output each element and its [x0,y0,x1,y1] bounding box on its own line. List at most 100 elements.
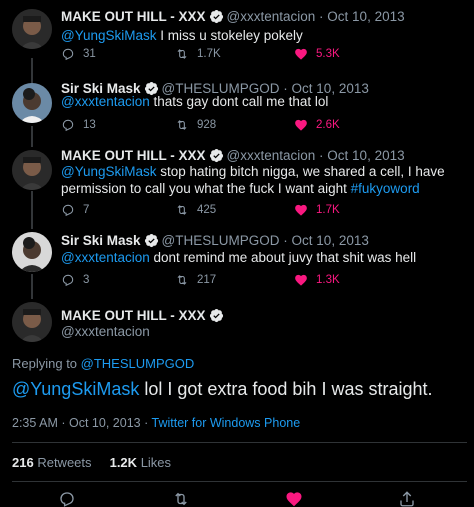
verified-badge-icon [209,308,224,323]
likes-count: 1.2K [109,455,138,470]
retweet-count: 217 [197,274,217,286]
reply-icon [62,119,74,132]
tweet-date[interactable]: Oct 10, 2013 [292,233,369,248]
reply-count: 13 [83,119,96,131]
tweet-date[interactable]: Oct 10, 2013 [69,416,141,430]
author-name[interactable]: MAKE OUT HILL - XXX [61,148,206,163]
like-button[interactable]: 5.3K [294,47,340,61]
retweet-icon [175,492,187,506]
reply-count: 3 [83,274,90,286]
reply-count: 31 [83,48,96,60]
hashtag-link[interactable]: #fukyoword [351,181,420,196]
avatar[interactable] [12,83,52,123]
author-handle[interactable]: @xxxtentacion [61,324,150,339]
tweet-text: @xxxtentacion thats gay dont call me tha… [61,94,466,111]
likes-stat[interactable]: 1.2K Likes [110,455,171,470]
thread-line [31,126,33,147]
mention-link[interactable]: @YungSkiMask [61,164,157,179]
retweet-icon [177,120,187,130]
thread-line [31,58,33,83]
like-icon [295,119,307,131]
replying-to: Replying to @THESLUMPGOD [12,356,194,371]
tweet-text-content: thats gay dont call me that lol [149,94,329,109]
thread-line [31,191,33,229]
thread-line [31,274,33,299]
retweet-count: 425 [197,204,217,216]
mention-link[interactable]: @YungSkiMask [12,379,139,399]
separator: · [61,416,66,430]
avatar[interactable] [12,150,52,190]
like-count: 1.7K [316,204,340,216]
tweet-actions: 31 1.7K 5.3K [61,47,361,63]
author-name[interactable]: MAKE OUT HILL - XXX [61,9,206,24]
main-tweet-actions [0,488,474,507]
retweets-stat[interactable]: 216 Retweets [12,455,92,470]
main-tweet-text-content: lol I got extra food bih I was straight. [139,379,433,399]
author-handle[interactable]: @xxxtentacion [227,148,316,163]
avatar[interactable] [12,232,52,272]
share-button[interactable] [398,490,416,507]
divider [12,481,467,482]
author-handle[interactable]: @xxxtentacion [227,9,316,24]
tweet-text: @xxxtentacion dont remind me about juvy … [61,250,466,267]
reply-icon [60,492,74,507]
tweet-time[interactable]: 2:35 AM [12,416,58,430]
like-count: 2.6K [316,119,340,131]
tweet-actions: 13 928 2.6K [61,118,361,134]
like-button[interactable]: 1.3K [294,273,340,287]
retweet-icon [177,275,187,285]
tweet-date[interactable]: Oct 10, 2013 [327,9,404,24]
divider [12,442,467,443]
separator: · [283,233,288,248]
mention-link[interactable]: @YungSkiMask [61,28,157,43]
reply-icon [62,274,74,287]
retweet-icon [177,205,187,215]
separator: · [319,148,324,163]
reply-icon [62,48,74,61]
author-handle[interactable]: @THESLUMPGOD [162,233,280,248]
avatar[interactable] [12,302,52,342]
retweet-button[interactable]: 1.7K [175,47,221,61]
avatar[interactable] [12,9,52,49]
tweet-actions: 3 217 1.3K [61,273,361,289]
mention-link[interactable]: @xxxtentacion [61,250,150,265]
reply-button[interactable]: 3 [61,273,89,287]
tweet-text-content: I miss u stokeley pokely [156,28,303,43]
likes-label: Likes [140,455,172,470]
main-tweet-meta: 2:35 AM · Oct 10, 2013 · Twitter for Win… [12,416,300,430]
like-count: 5.3K [316,48,340,60]
retweets-count: 216 [12,455,34,470]
like-button[interactable] [285,490,303,507]
retweet-icon [177,49,187,59]
reply-icon [62,204,74,217]
tweet-actions: 7 425 1.7K [61,203,361,219]
author-name[interactable]: Sir Ski Mask [61,233,141,248]
tweet-stats: 216 Retweets 1.2K Likes [12,455,171,470]
reply-button[interactable] [58,490,76,507]
verified-badge-icon [209,9,224,24]
mention-link[interactable]: @xxxtentacion [61,94,150,109]
retweet-button[interactable]: 928 [175,118,216,132]
author-name[interactable]: MAKE OUT HILL - XXX [61,308,206,323]
retweet-button[interactable]: 425 [175,203,216,217]
tweet-source[interactable]: Twitter for Windows Phone [152,416,301,430]
retweet-button[interactable]: 217 [175,273,216,287]
like-button[interactable]: 1.7K [294,203,340,217]
replying-prefix: Replying to [12,356,81,371]
reply-count: 7 [83,204,90,216]
like-icon [295,274,307,286]
like-button[interactable]: 2.6K [294,118,340,132]
reply-button[interactable]: 31 [61,47,96,61]
retweet-button[interactable] [172,490,190,507]
replying-to-link[interactable]: @THESLUMPGOD [81,356,195,371]
reply-button[interactable]: 13 [61,118,96,132]
like-icon [295,204,307,216]
like-count: 1.3K [316,274,340,286]
tweet-date[interactable]: Oct 10, 2013 [327,148,404,163]
reply-button[interactable]: 7 [61,203,89,217]
separator: · [144,416,149,430]
share-icon [400,491,414,507]
retweets-label: Retweets [37,455,92,470]
verified-badge-icon [209,148,224,163]
like-icon [286,492,302,507]
